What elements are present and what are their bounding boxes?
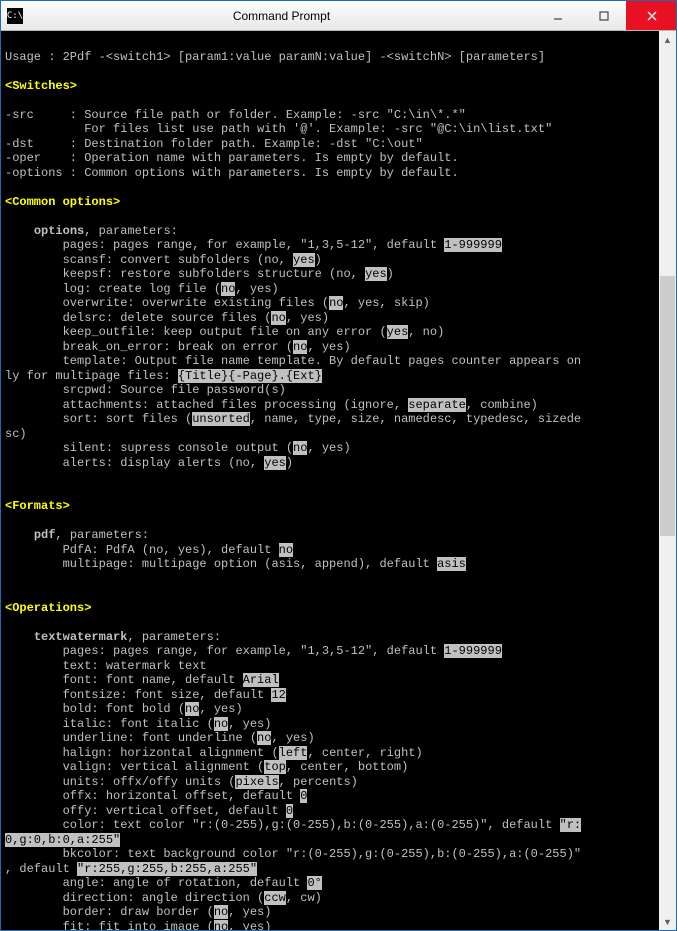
cmd-icon: C:\ [7, 8, 23, 24]
opt-delsrc: delsrc: delete source files ( [5, 311, 271, 325]
tw-color-def2: 0,g:0,b:0,a:255" [5, 833, 120, 847]
tw-valign-def: top [264, 760, 286, 774]
formats-header: <Formats> [5, 499, 70, 513]
switch-dst: -dst : Destination folder path. Example:… [5, 137, 423, 151]
tw-angle-def: 0° [307, 876, 321, 890]
options-word: options [34, 224, 84, 238]
tw-fontsize: fontsize: font size, default [5, 688, 271, 702]
fmt-pdfa: PdfA: PdfA (no, yes), default [5, 543, 279, 557]
scroll-thumb[interactable] [660, 276, 675, 536]
opt-srcpwd: srcpwd: Source file password(s) [5, 383, 286, 397]
opt-alerts-def: yes [264, 456, 286, 470]
tw-angle: angle: angle of rotation, default [5, 876, 307, 890]
tw-bold: bold: font bold ( [5, 702, 185, 716]
params-label: , parameters: [84, 224, 178, 238]
opt-breakerr: break_on_error: break on error ( [5, 340, 293, 354]
switch-options: -options : Common options with parameter… [5, 166, 459, 180]
operations-header: <Operations> [5, 601, 91, 615]
window-title: Command Prompt [29, 9, 534, 23]
maximize-button[interactable] [580, 1, 626, 30]
switch-src: -src : Source file path or folder. Examp… [5, 108, 466, 122]
tw-offx-def: 0 [300, 789, 307, 803]
opt-keepsf-def: yes [365, 267, 387, 281]
vertical-scrollbar[interactable]: ▲ ▼ [659, 31, 676, 930]
opt-attach-def: separate [408, 398, 466, 412]
textwatermark-word: textwatermark [34, 630, 128, 644]
tw-fontsize-def: 12 [271, 688, 285, 702]
switches-header: <Switches> [5, 79, 77, 93]
opt-pages: pages: pages range, for example, "1,3,5-… [5, 238, 444, 252]
tw-direction-def: ccw [264, 891, 286, 905]
tw-color: color: text color "r:(0-255),g:(0-255),b… [5, 818, 560, 832]
tw-units-def: pixels [235, 775, 278, 789]
terminal-output[interactable]: Usage : 2Pdf -<switch1> [param1:value pa… [1, 31, 659, 930]
switch-src2: For files list use path with '@'. Exampl… [5, 122, 552, 136]
tw-font-def: Arial [243, 673, 279, 687]
tw-fit-def: no [214, 920, 228, 931]
tw-halign: halign: horizontal alignment ( [5, 746, 279, 760]
opt-template: template: Output file name template. By … [5, 354, 581, 368]
tw-offy: offy: vertical offset, default [5, 804, 286, 818]
opt-keepsf: keepsf: restore subfolders structure (no… [5, 267, 365, 281]
opt-silent: silent: supress console output ( [5, 441, 293, 455]
fmt-pdfa-def: no [279, 543, 293, 557]
opt-attach: attachments: attached files processing (… [5, 398, 408, 412]
opt-overwrite-def: no [329, 296, 343, 310]
opt-silent-def: no [293, 441, 307, 455]
usage-line: Usage : 2Pdf -<switch1> [param1:value pa… [5, 50, 545, 64]
opt-sort2: sc) [5, 427, 27, 441]
tw-valign: valign: vertical alignment ( [5, 760, 264, 774]
minimize-button[interactable] [534, 1, 580, 30]
tw-pages-def: 1-999999 [444, 644, 502, 658]
tw-units: units: offx/offy units ( [5, 775, 235, 789]
tw-offy-def: 0 [286, 804, 293, 818]
window-buttons [534, 1, 676, 30]
opt-alerts: alerts: display alerts (no, [5, 456, 264, 470]
titlebar[interactable]: C:\ Command Prompt [1, 1, 676, 31]
opt-pages-def: 1-999999 [444, 238, 502, 252]
tw-halign-def: left [279, 746, 308, 760]
tw-fit: fit: fit into image ( [5, 920, 214, 931]
opt-scansf: scansf: convert subfolders (no, [5, 253, 293, 267]
opt-scansf-def: yes [293, 253, 315, 267]
tw-bkcolor: bkcolor: text background color "r:(0-255… [5, 847, 581, 861]
tw-italic: italic: font italic ( [5, 717, 214, 731]
tw-text: text: watermark text [5, 659, 207, 673]
tw-underline: underline: font underline ( [5, 731, 257, 745]
tw-bold-def: no [185, 702, 199, 716]
opt-template2: ly for multipage files: [5, 369, 178, 383]
fmt-multi: multipage: multipage option (asis, appen… [5, 557, 437, 571]
switch-oper: -oper : Operation name with parameters. … [5, 151, 459, 165]
close-button[interactable] [626, 1, 676, 30]
tw-bkcolor-def: "r:255,g:255,b:255,a:255" [77, 862, 257, 876]
opt-keepout-def: yes [387, 325, 409, 339]
scroll-down-icon[interactable]: ▼ [659, 913, 676, 930]
tw-font: font: font name, default [5, 673, 243, 687]
tw-pages: pages: pages range, for example, "1,3,5-… [5, 644, 444, 658]
tw-offx: offx: horizontal offset, default [5, 789, 300, 803]
common-header: <Common options> [5, 195, 120, 209]
opt-log-def: no [221, 282, 235, 296]
tw-direction: direction: angle direction ( [5, 891, 264, 905]
tw-bkcolor2: , default [5, 862, 77, 876]
opt-keepout: keep_outfile: keep output file on any er… [5, 325, 387, 339]
opt-template-def: {Title}{-Page}.{Ext} [178, 369, 322, 383]
scroll-up-icon[interactable]: ▲ [659, 31, 676, 48]
opt-log: log: create log file ( [5, 282, 221, 296]
tw-color-def: "r: [560, 818, 582, 832]
opt-sort: sort: sort files ( [5, 412, 192, 426]
tw-border: border: draw border ( [5, 905, 214, 919]
opt-sort-def: unsorted [192, 412, 250, 426]
pdf-word: pdf [34, 528, 56, 542]
tw-underline-def: no [257, 731, 271, 745]
opt-overwrite: overwrite: overwrite existing files ( [5, 296, 329, 310]
fmt-multi-def: asis [437, 557, 466, 571]
opt-delsrc-def: no [271, 311, 285, 325]
tw-border-def: no [214, 905, 228, 919]
opt-breakerr-def: no [293, 340, 307, 354]
tw-italic-def: no [214, 717, 228, 731]
